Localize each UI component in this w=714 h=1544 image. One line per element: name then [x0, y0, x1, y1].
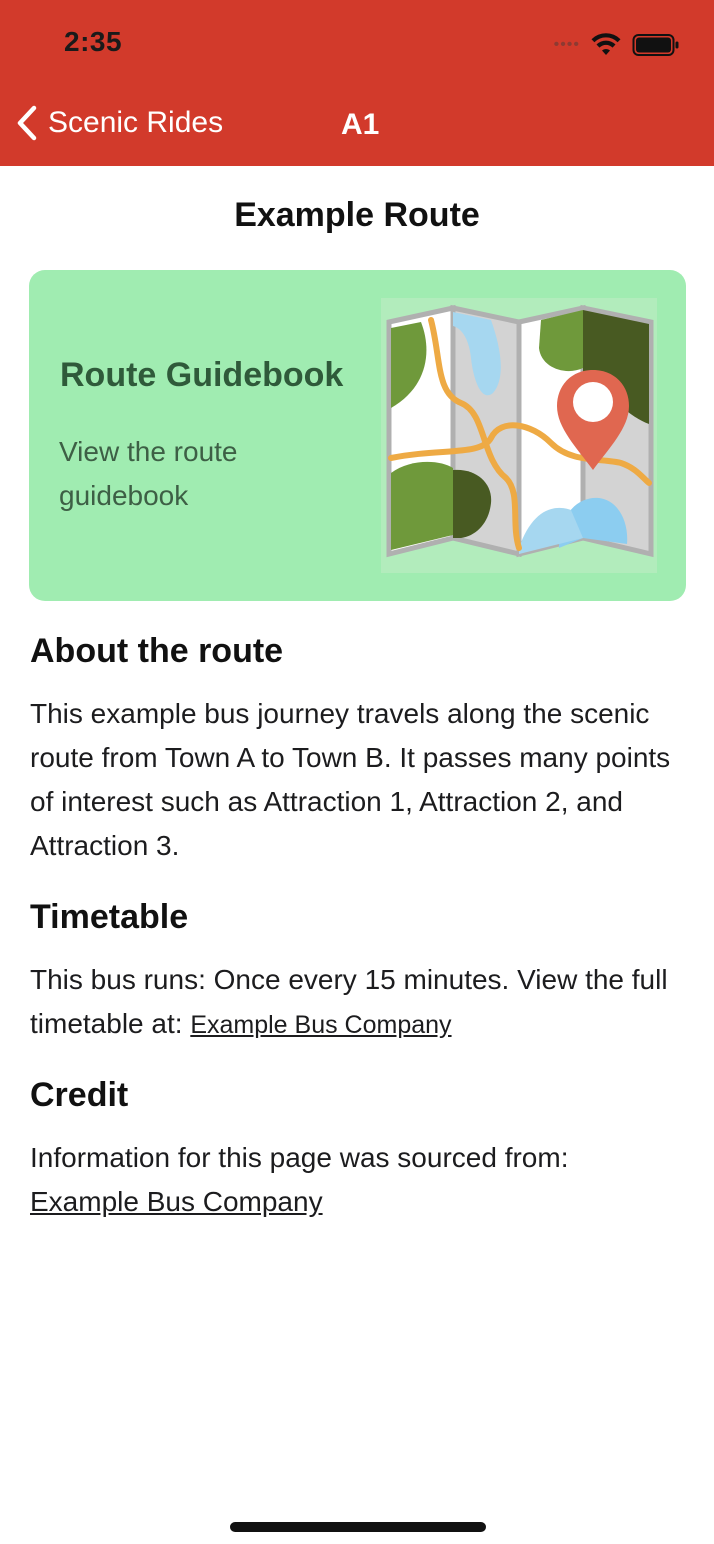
timetable-heading: Timetable	[30, 898, 189, 936]
credit-paragraph: Information for this page was sourced fr…	[30, 1136, 690, 1224]
back-button[interactable]: Scenic Rides	[14, 104, 223, 142]
card-subtitle: View the route guidebook	[59, 436, 238, 511]
wifi-icon	[591, 33, 621, 55]
nav-title: A1	[341, 108, 380, 141]
back-button-label: Scenic Rides	[48, 106, 224, 139]
credit-link[interactable]: Example Bus Company	[30, 1186, 323, 1217]
card-title: Route Guidebook	[60, 356, 344, 394]
status-icons: ••••	[554, 30, 680, 60]
timetable-link[interactable]: Example Bus Company	[190, 1011, 451, 1039]
cellular-signal-icon: ••••	[553, 36, 580, 53]
map-icon	[381, 298, 657, 573]
about-text: This example bus journey travels along t…	[30, 698, 671, 861]
navigation-header: 2:35 •••• Scenic Rides A1	[0, 0, 714, 166]
credit-text: Information for this page was sourced fr…	[30, 1142, 569, 1173]
battery-icon	[632, 34, 679, 56]
about-heading: About the route	[30, 632, 284, 670]
chevron-left-icon	[17, 105, 37, 141]
timetable-paragraph: This bus runs: Once every 15 minutes. Vi…	[30, 958, 690, 1047]
home-indicator[interactable]	[230, 1522, 486, 1532]
status-time: 2:35	[64, 26, 123, 57]
page-title: Example Route	[234, 196, 480, 234]
credit-heading: Credit	[30, 1076, 129, 1114]
